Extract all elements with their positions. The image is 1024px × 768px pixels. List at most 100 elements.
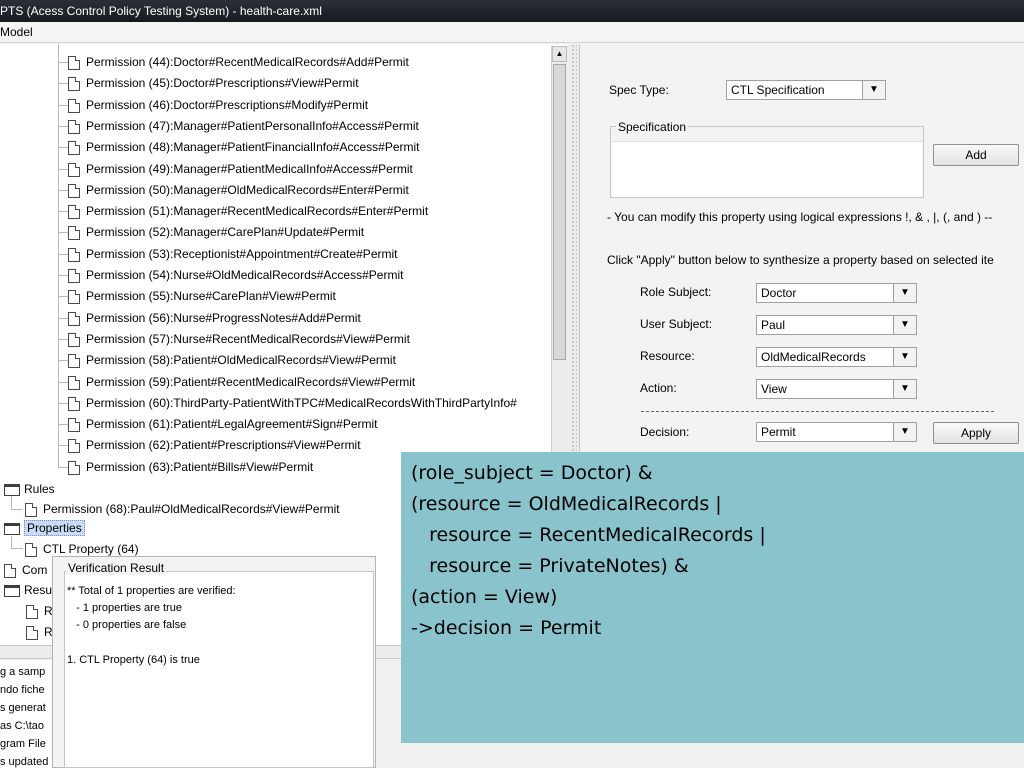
scroll-thumb[interactable] xyxy=(553,64,566,360)
tree-connector-line xyxy=(58,190,68,191)
tree-node-permission[interactable]: Permission (48):Manager#PatientFinancial… xyxy=(68,137,420,157)
specification-legend: Specification xyxy=(616,120,689,134)
console-line: s updated xyxy=(0,756,49,768)
action-select[interactable]: View ▼ xyxy=(756,379,917,399)
tree-node-label: Permission (52):Manager#CarePlan#Update#… xyxy=(86,225,365,239)
document-icon xyxy=(4,563,16,578)
tree-connector-line xyxy=(11,509,23,510)
folder-icon xyxy=(4,584,20,597)
tree-node-permission[interactable]: Permission (56):Nurse#ProgressNotes#Add#… xyxy=(68,308,361,328)
document-icon xyxy=(68,55,80,70)
document-icon xyxy=(68,268,80,283)
tree-node-permission[interactable]: Permission (58):Patient#OldMedicalRecord… xyxy=(68,350,396,370)
add-button[interactable]: Add xyxy=(933,144,1019,166)
tree-node-properties[interactable]: Properties xyxy=(4,518,85,538)
tree-node-result-1[interactable]: R xyxy=(26,601,53,621)
tree-node-resu[interactable]: Resu xyxy=(4,580,52,600)
tree-node-permission[interactable]: Permission (52):Manager#CarePlan#Update#… xyxy=(68,222,364,242)
document-icon xyxy=(68,98,80,113)
document-icon xyxy=(68,311,80,326)
tree-node-label: Permission (60):ThirdParty-PatientWithTP… xyxy=(86,396,517,410)
tree-node-result-2[interactable]: R xyxy=(26,622,53,642)
tree-node-permission[interactable]: Permission (62):Patient#Prescriptions#Vi… xyxy=(68,435,361,455)
tree-connector-line xyxy=(58,211,68,212)
tree-node-permission[interactable]: Permission (47):Manager#PatientPersonalI… xyxy=(68,116,419,136)
tree-node-permission[interactable]: Permission (57):Nurse#RecentMedicalRecor… xyxy=(68,329,410,349)
tree-node-permission[interactable]: Permission (44):Doctor#RecentMedicalReco… xyxy=(68,52,409,72)
tree-node-label: Permission (63):Patient#Bills#View#Permi… xyxy=(86,460,314,474)
tree-node-permission[interactable]: Permission (61):Patient#LegalAgreement#S… xyxy=(68,414,378,434)
spec-type-select[interactable]: CTL Specification ▼ xyxy=(726,80,886,100)
tree-node-label: Permission (47):Manager#PatientPersonalI… xyxy=(86,119,419,133)
verification-line: ** Total of 1 properties are verified: xyxy=(67,585,236,597)
tree-node-label: Permission (44):Doctor#RecentMedicalReco… xyxy=(86,55,409,69)
document-icon xyxy=(25,542,37,557)
tree-node-label: Permission (61):Patient#LegalAgreement#S… xyxy=(86,417,378,431)
tree-connector-line xyxy=(58,445,68,446)
role-subject-select[interactable]: Doctor ▼ xyxy=(756,283,917,303)
action-value: View xyxy=(761,382,787,396)
tree-node-label: Permission (48):Manager#PatientFinancial… xyxy=(86,140,420,154)
window-title-bar: PTS (Acess Control Policy Testing System… xyxy=(0,0,1024,22)
document-icon xyxy=(68,204,80,219)
resource-value: OldMedicalRecords xyxy=(761,350,866,364)
action-label: Action: xyxy=(640,381,677,395)
tree-connector-line xyxy=(58,147,68,148)
separator-line xyxy=(641,411,994,412)
tree-connector-line xyxy=(58,403,68,404)
tree-node-permission[interactable]: Permission (50):Manager#OldMedicalRecord… xyxy=(68,180,409,200)
tree-node-permission[interactable]: Permission (49):Manager#PatientMedicalIn… xyxy=(68,159,413,179)
tree-node-permission[interactable]: Permission (54):Nurse#OldMedicalRecords#… xyxy=(68,265,403,285)
user-subject-value: Paul xyxy=(761,318,786,332)
menu-model[interactable]: Model xyxy=(0,25,33,39)
tree-node-permission[interactable]: Permission (51):Manager#RecentMedicalRec… xyxy=(68,201,428,221)
tree-connector-line xyxy=(58,169,68,170)
tree-node-permission[interactable]: Permission (55):Nurse#CarePlan#View#Perm… xyxy=(68,286,336,306)
menu-bar: Model xyxy=(0,22,1024,43)
decision-select[interactable]: Permit ▼ xyxy=(756,422,917,442)
apply-hint: Click "Apply" button below to synthesize… xyxy=(607,253,994,267)
tree-connector-line xyxy=(58,360,68,361)
tree-connector-line xyxy=(58,318,68,319)
verification-result-text xyxy=(64,571,374,768)
tree-connector-line xyxy=(58,83,68,84)
document-icon xyxy=(68,353,80,368)
tree-node-label: CTL Property (64) xyxy=(43,542,139,556)
document-icon xyxy=(68,162,80,177)
verification-line: 1. CTL Property (64) is true xyxy=(67,654,200,666)
tree-node-rule-68[interactable]: Permission (68):Paul#OldMedicalRecords#V… xyxy=(25,499,340,519)
tree-node-permission[interactable]: Permission (46):Doctor#Prescriptions#Mod… xyxy=(68,95,368,115)
tree-connector-line xyxy=(11,548,23,549)
tree-node-permission[interactable]: Permission (59):Patient#RecentMedicalRec… xyxy=(68,372,415,392)
verification-line: - 1 properties are true xyxy=(67,602,182,614)
tree-node-permission[interactable]: Permission (53):Receptionist#Appointment… xyxy=(68,244,397,264)
user-subject-select[interactable]: Paul ▼ xyxy=(756,315,917,335)
document-icon xyxy=(68,289,80,304)
tree-node-label: Permission (49):Manager#PatientMedicalIn… xyxy=(86,162,413,176)
scroll-up-arrow-icon[interactable]: ▲ xyxy=(552,46,567,62)
tree-connector-line xyxy=(58,44,59,468)
tree-node-label: Permission (53):Receptionist#Appointment… xyxy=(86,247,398,261)
tree-node-com[interactable]: Com xyxy=(4,560,47,580)
overlay-line: resource = PrivateNotes) & xyxy=(411,555,689,577)
decision-value: Permit xyxy=(761,425,796,439)
tree-node-permission[interactable]: Permission (45):Doctor#Prescriptions#Vie… xyxy=(68,73,359,93)
chevron-down-icon: ▼ xyxy=(862,81,885,99)
spec-type-label: Spec Type: xyxy=(609,83,669,97)
tree-node-label: Resu xyxy=(24,583,53,597)
user-subject-label: User Subject: xyxy=(640,317,713,331)
specification-textarea[interactable] xyxy=(612,141,922,197)
resource-select[interactable]: OldMedicalRecords ▼ xyxy=(756,347,917,367)
verification-line: - 0 properties are false xyxy=(67,619,187,631)
tree-node-label: Permission (51):Manager#RecentMedicalRec… xyxy=(86,204,429,218)
document-icon xyxy=(26,604,38,619)
tree-connector-line xyxy=(58,254,68,255)
tree-node-label: Permission (62):Patient#Prescriptions#Vi… xyxy=(86,438,361,452)
tree-node-permission[interactable]: Permission (63):Patient#Bills#View#Permi… xyxy=(68,457,313,477)
tree-node-permission[interactable]: Permission (60):ThirdParty-PatientWithTP… xyxy=(68,393,517,413)
tree-node-label: Permission (54):Nurse#OldMedicalRecords#… xyxy=(86,268,404,282)
document-icon xyxy=(25,502,37,517)
tree-node-label: Permission (57):Nurse#RecentMedicalRecor… xyxy=(86,332,410,346)
tree-node-label: Permission (45):Doctor#Prescriptions#Vie… xyxy=(86,76,359,90)
apply-button[interactable]: Apply xyxy=(933,422,1019,444)
